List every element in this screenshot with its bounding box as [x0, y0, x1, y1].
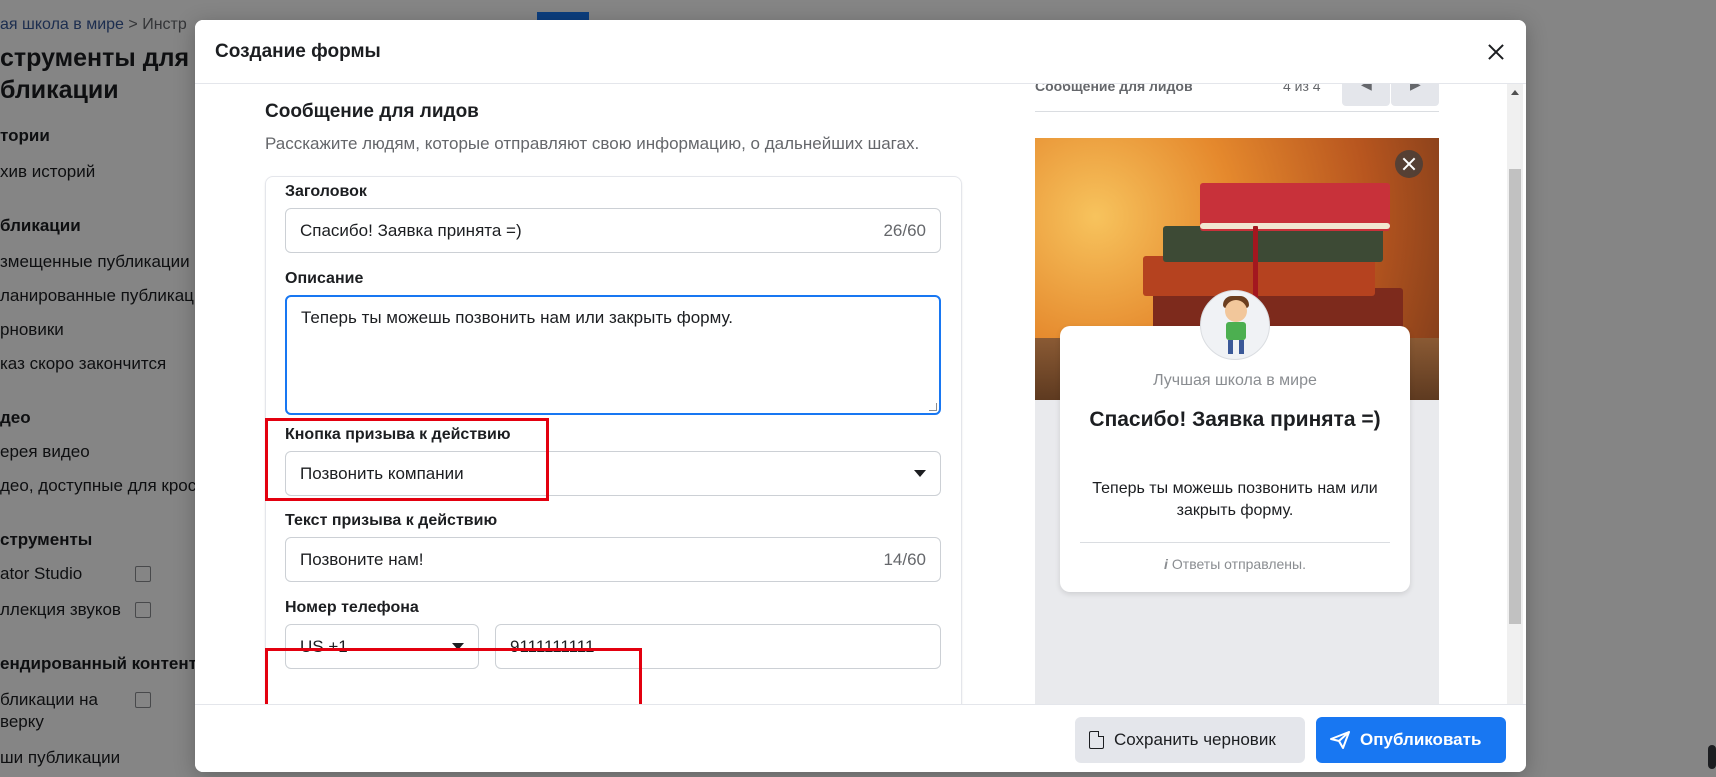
create-form-dialog: Создание формы Сообщение для лидов Расск…: [195, 20, 1526, 772]
phone-label: Номер телефона: [285, 599, 419, 616]
description-value: Теперь ты можешь позвонить нам или закры…: [301, 308, 734, 327]
preview-headline: Спасибо! Заявка принята =): [1089, 408, 1381, 431]
preview-bar-title: Сообщение для лидов: [1035, 84, 1193, 94]
bookmark-ribbon: [1253, 226, 1258, 306]
description-label: Описание: [285, 270, 364, 287]
close-icon[interactable]: [1484, 40, 1508, 64]
info-icon: i: [1164, 556, 1168, 572]
preview-bar-count: 4 из 4: [1283, 84, 1321, 94]
avatar: [1200, 290, 1270, 360]
headline-value: Спасибо! Заявка принята =): [300, 220, 522, 240]
preview-card: Лучшая школа в мире Спасибо! Заявка прин…: [1060, 290, 1410, 592]
chevron-left-icon: ◀: [1361, 84, 1372, 92]
preview-canvas: Лучшая школа в мире Спасибо! Заявка прин…: [1035, 138, 1439, 724]
cta-text-value: Позвоните нам!: [300, 549, 424, 569]
send-icon: [1330, 731, 1350, 749]
preview-page-name: Лучшая школа в мире: [1153, 372, 1317, 389]
highlight-box-cta: [265, 418, 549, 501]
dialog-scrollbar[interactable]: [1507, 84, 1523, 724]
resize-handle-icon[interactable]: [929, 403, 937, 411]
headline-label: Заголовок: [285, 183, 367, 200]
dialog-footer: Сохранить черновик Опубликовать: [195, 704, 1526, 772]
document-icon: [1089, 731, 1104, 749]
cta-text-input[interactable]: Позвоните нам! 14/60: [285, 537, 941, 582]
preview-prev-button[interactable]: ◀: [1342, 84, 1390, 106]
preview-nav-bar: Сообщение для лидов 4 из 4 ◀ ▶: [1035, 84, 1439, 112]
section-subtitle: Расскажите людям, которые отправляют сво…: [265, 134, 920, 153]
section-title: Сообщение для лидов: [265, 101, 479, 122]
headline-counter: 26/60: [883, 220, 926, 240]
preview-divider: [1080, 542, 1390, 543]
preview-next-button[interactable]: ▶: [1391, 84, 1439, 106]
preview-panel: Сообщение для лидов 4 из 4 ◀ ▶ Лучшая шк…: [1035, 84, 1449, 724]
scroll-up-icon[interactable]: [1511, 90, 1519, 95]
close-icon[interactable]: [1395, 150, 1423, 178]
headline-input[interactable]: Спасибо! Заявка принята =) 26/60: [285, 208, 941, 253]
cta-text-counter: 14/60: [883, 549, 926, 569]
save-draft-label: Сохранить черновик: [1114, 730, 1276, 749]
book-shape: [1143, 256, 1375, 296]
book-shape: [1163, 226, 1383, 262]
preview-footer-text: Ответы отправлены.: [1171, 556, 1306, 572]
book-pages: [1200, 223, 1390, 229]
cta-text-label: Текст призыва к действию: [285, 512, 498, 529]
preview-description: Теперь ты можешь позвонить нам или закры…: [1092, 480, 1378, 519]
dialog-title: Создание формы: [215, 41, 381, 62]
chevron-down-icon: [914, 470, 926, 477]
save-draft-button[interactable]: Сохранить черновик: [1075, 717, 1305, 763]
page-scrollbar-thumb[interactable]: [1708, 745, 1716, 769]
publish-button[interactable]: Опубликовать: [1316, 717, 1506, 763]
dialog-header: Создание формы: [195, 20, 1526, 84]
publish-label: Опубликовать: [1360, 730, 1482, 749]
preview-footer: i Ответы отправлены.: [1060, 556, 1410, 572]
chevron-right-icon: ▶: [1410, 84, 1421, 92]
scroll-thumb[interactable]: [1509, 169, 1521, 624]
description-textarea[interactable]: Теперь ты можешь позвонить нам или закры…: [285, 295, 941, 415]
